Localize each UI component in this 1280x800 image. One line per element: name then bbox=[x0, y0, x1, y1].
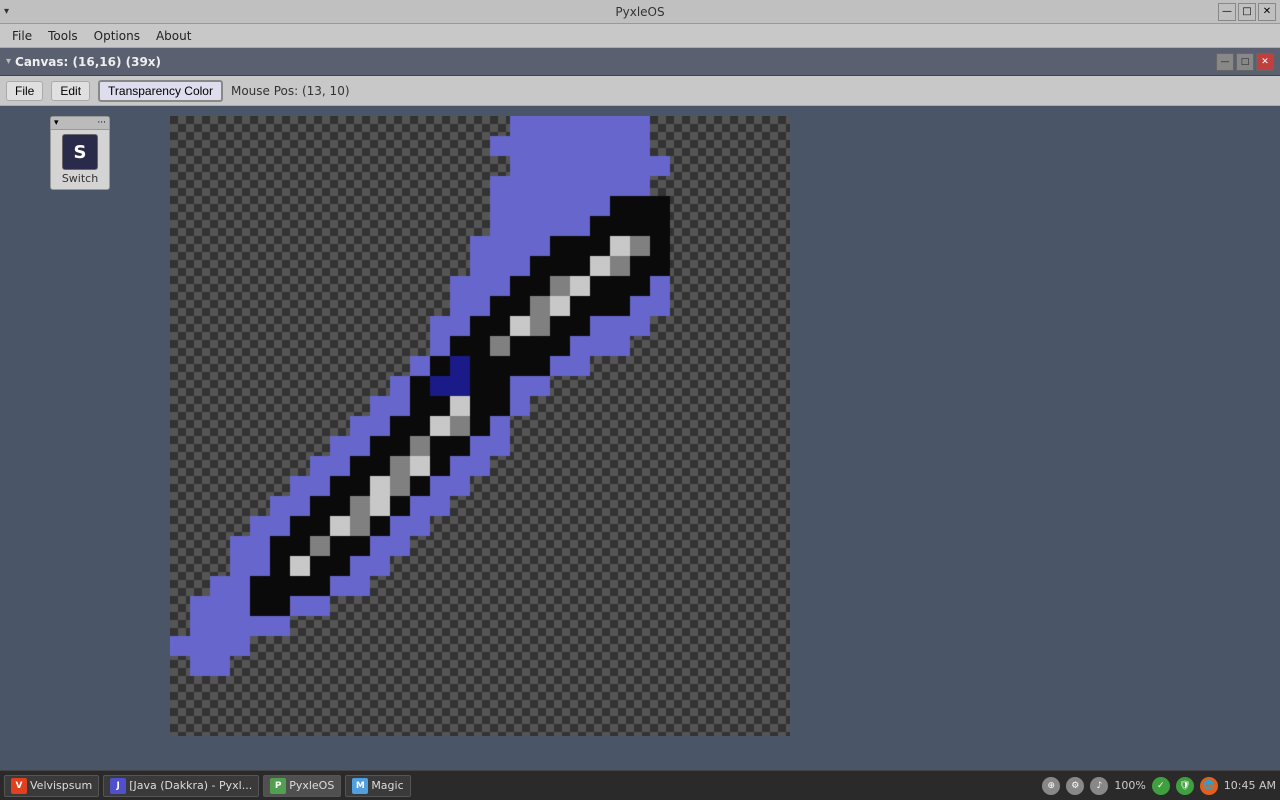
canvas-area[interactable] bbox=[160, 106, 1280, 770]
velvispsum-icon: V bbox=[11, 778, 27, 794]
menu-tools[interactable]: Tools bbox=[40, 27, 86, 45]
taskbar-velvispsum[interactable]: V Velvispsum bbox=[4, 775, 99, 797]
titlebar-arrow[interactable]: ▾ bbox=[4, 6, 9, 17]
taskbar: V Velvispsum J [Java (Dakkra) - Pyxl... … bbox=[0, 770, 1280, 800]
switch-tool-button[interactable]: S bbox=[62, 134, 98, 170]
tool-header-dots: ··· bbox=[97, 118, 106, 128]
java-label: [Java (Dakkra) - Pyxl... bbox=[129, 779, 252, 792]
edit-menu-button[interactable]: Edit bbox=[51, 81, 90, 101]
toolbar: File Edit Transparency Color Mouse Pos: … bbox=[0, 76, 1280, 106]
titlebar: ▾ PyxleOS — □ ✕ bbox=[0, 0, 1280, 24]
main-area: ▾ ··· S Switch bbox=[0, 106, 1280, 770]
pyxleos-label: PyxleOS bbox=[289, 779, 334, 792]
transparency-color-button[interactable]: Transparency Color bbox=[98, 80, 223, 102]
time-label: 10:45 AM bbox=[1224, 779, 1276, 792]
file-menu-button[interactable]: File bbox=[6, 81, 43, 101]
network-icon: ⊕ bbox=[1042, 777, 1060, 795]
battery-label: 100% bbox=[1114, 779, 1145, 792]
magic-icon: M bbox=[352, 778, 368, 794]
mouse-pos-label: Mouse Pos: (13, 10) bbox=[231, 84, 350, 98]
pixel-canvas[interactable] bbox=[170, 116, 790, 736]
subwindow-controls: — □ ✕ bbox=[1216, 53, 1274, 71]
subwindow-arrow[interactable]: ▾ bbox=[6, 56, 11, 67]
app-title: PyxleOS bbox=[615, 5, 664, 19]
subwindow-title: Canvas: (16,16) (39x) bbox=[15, 55, 161, 69]
java-icon: J bbox=[110, 778, 126, 794]
taskbar-magic[interactable]: M Magic bbox=[345, 775, 410, 797]
tool-widget-header: ▾ ··· bbox=[51, 117, 109, 130]
sound-icon: ♪ bbox=[1090, 777, 1108, 795]
switch-tool-letter: S bbox=[74, 142, 87, 163]
tool-header-arrow: ▾ bbox=[54, 118, 59, 128]
settings-icon: ⚙ bbox=[1066, 777, 1084, 795]
menu-options[interactable]: Options bbox=[86, 27, 148, 45]
titlebar-controls: — □ ✕ bbox=[1218, 0, 1276, 23]
titlebar-left: ▾ bbox=[4, 0, 9, 23]
shield-icon: 🛡 bbox=[1176, 777, 1194, 795]
browser-icon: 🌐 bbox=[1200, 777, 1218, 795]
magic-label: Magic bbox=[371, 779, 403, 792]
left-panel: ▾ ··· S Switch bbox=[0, 106, 160, 770]
menubar: File Tools Options About bbox=[0, 24, 1280, 48]
switch-tool-name: Switch bbox=[62, 172, 98, 185]
menu-about[interactable]: About bbox=[148, 27, 199, 45]
subwindow-title-left: ▾ Canvas: (16,16) (39x) bbox=[6, 55, 161, 69]
velvispsum-label: Velvispsum bbox=[30, 779, 92, 792]
subwin-minimize[interactable]: — bbox=[1216, 53, 1234, 71]
taskbar-right: ⊕ ⚙ ♪ 100% ✓ 🛡 🌐 10:45 AM bbox=[1042, 777, 1276, 795]
menu-file[interactable]: File bbox=[4, 27, 40, 45]
maximize-button[interactable]: □ bbox=[1238, 3, 1256, 21]
antivirus-icon: ✓ bbox=[1152, 777, 1170, 795]
taskbar-java[interactable]: J [Java (Dakkra) - Pyxl... bbox=[103, 775, 259, 797]
subwin-maximize[interactable]: □ bbox=[1236, 53, 1254, 71]
subwin-close[interactable]: ✕ bbox=[1256, 53, 1274, 71]
pyxleos-icon: P bbox=[270, 778, 286, 794]
close-button[interactable]: ✕ bbox=[1258, 3, 1276, 21]
switch-tool-widget: ▾ ··· S Switch bbox=[50, 116, 110, 190]
subwindow-titlebar: ▾ Canvas: (16,16) (39x) — □ ✕ bbox=[0, 48, 1280, 76]
taskbar-pyxleos[interactable]: P PyxleOS bbox=[263, 775, 341, 797]
minimize-button[interactable]: — bbox=[1218, 3, 1236, 21]
